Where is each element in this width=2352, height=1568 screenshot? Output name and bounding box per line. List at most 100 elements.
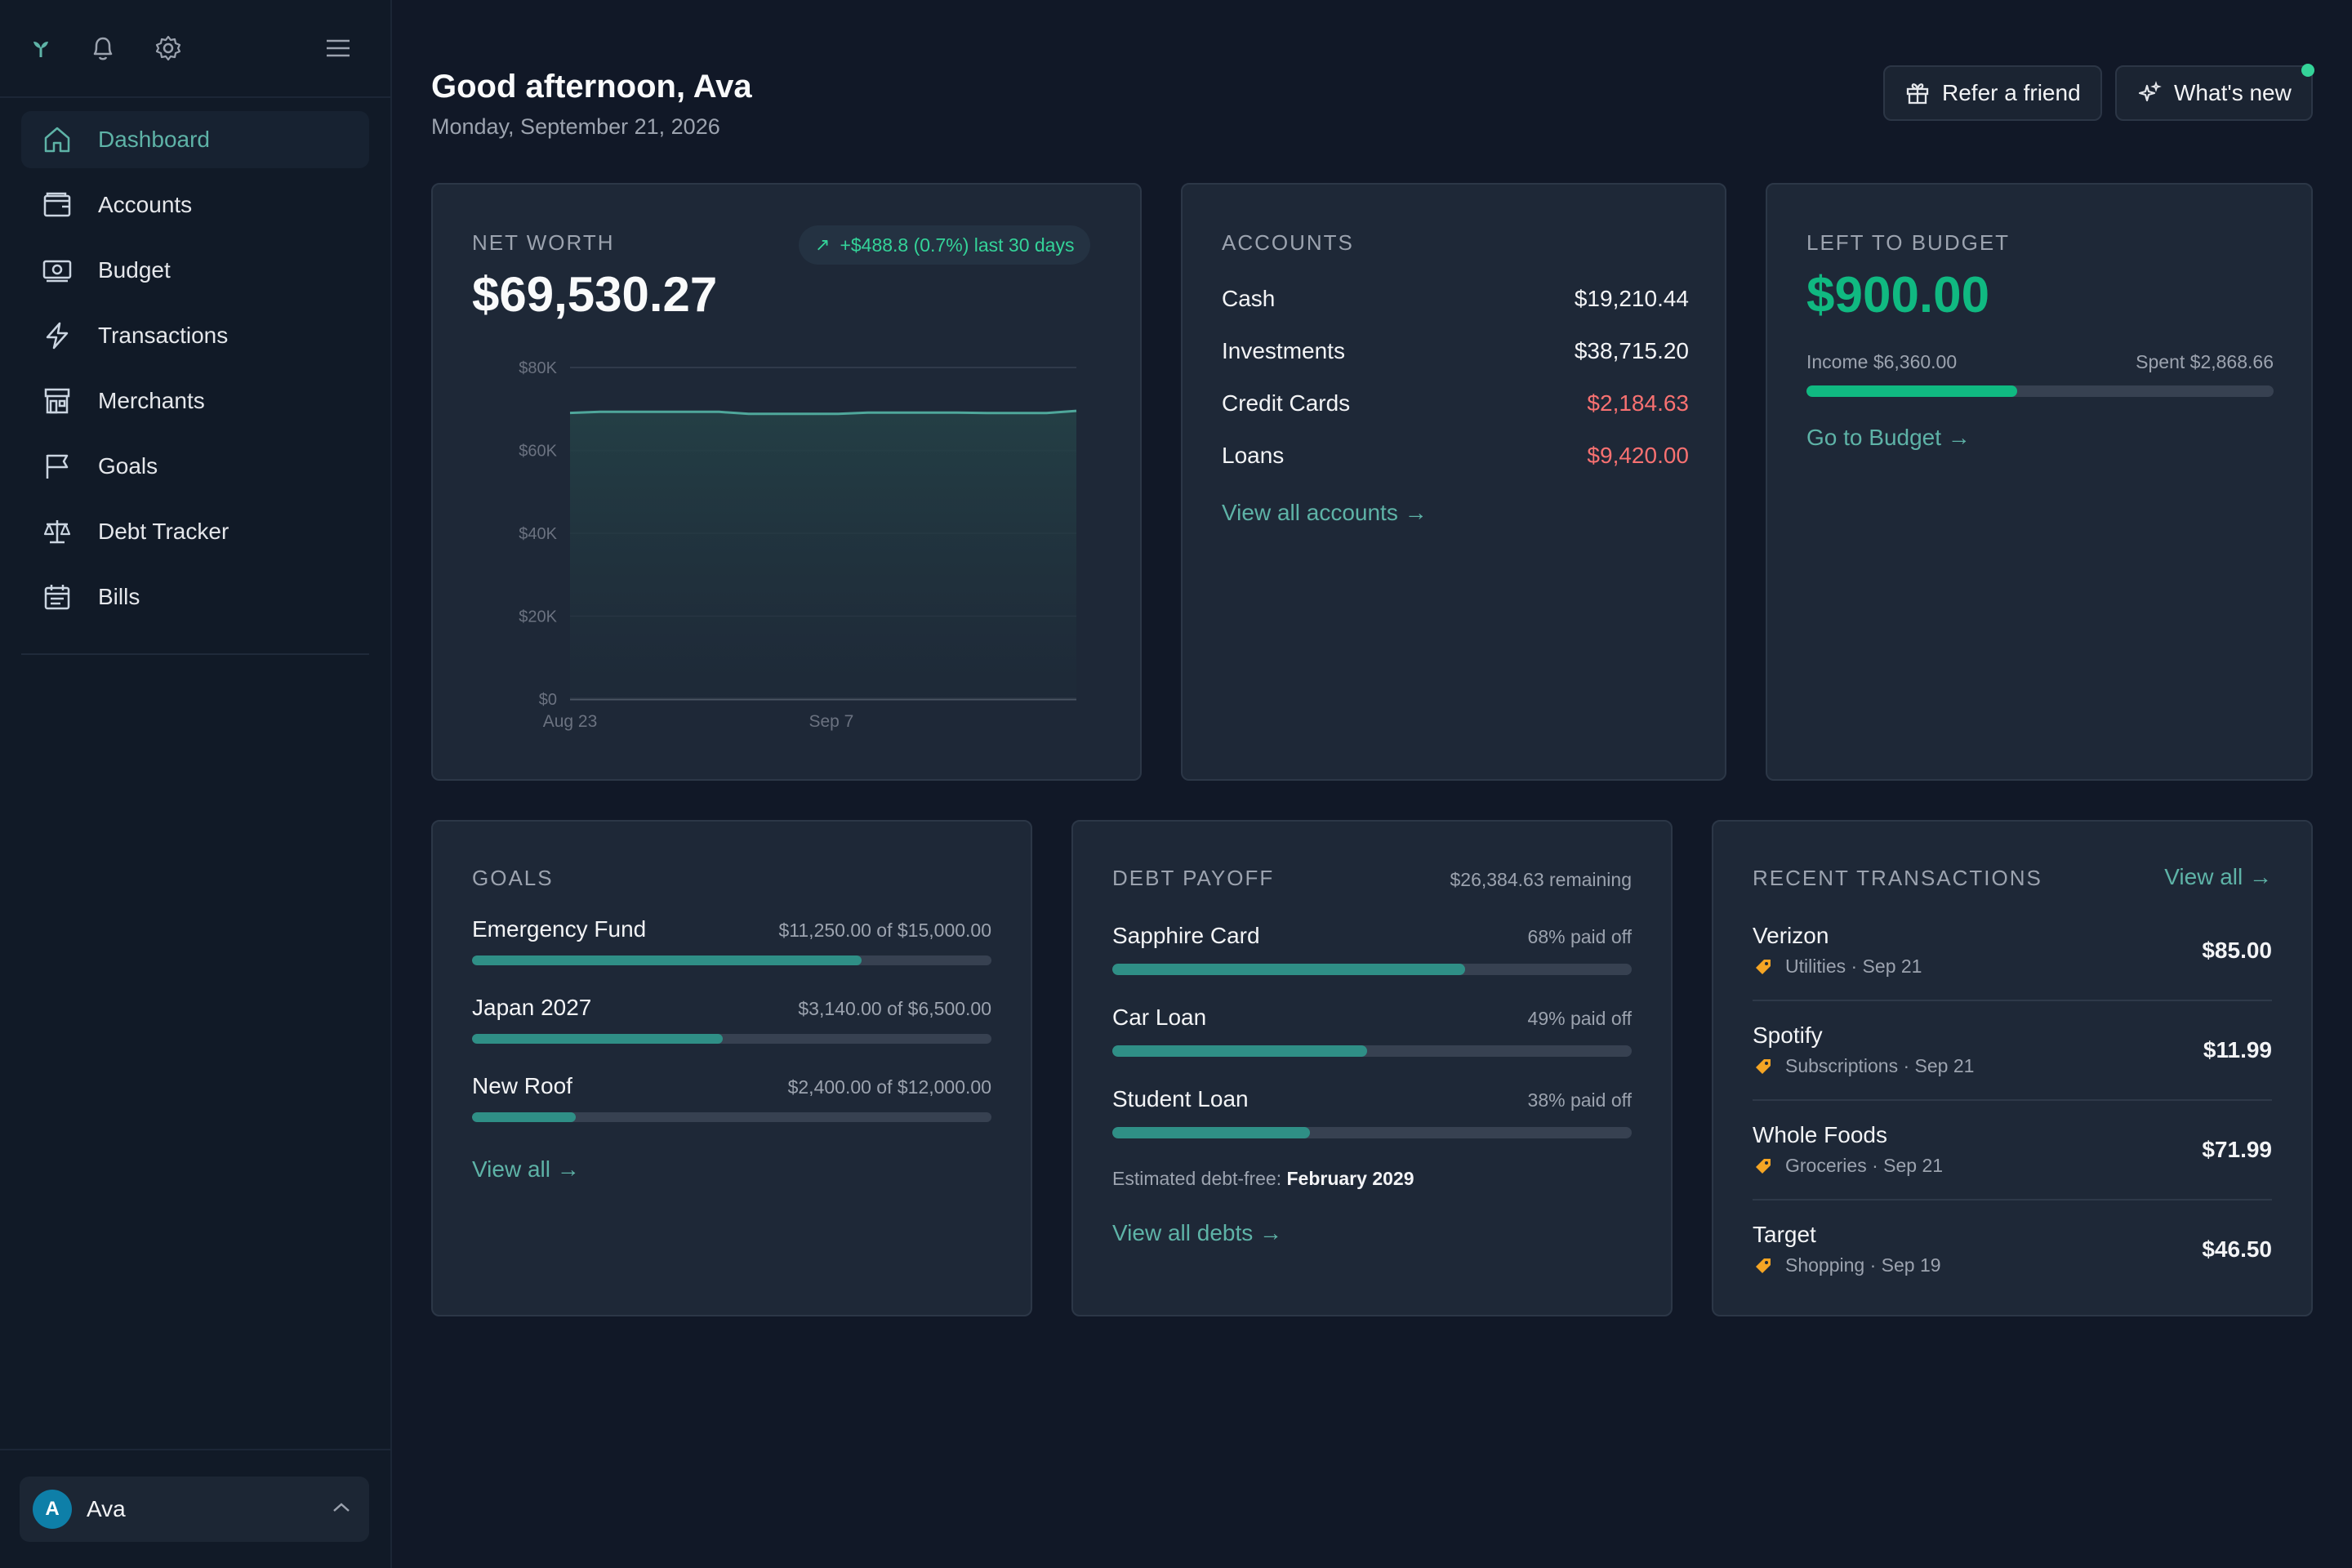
goal-row-new-roof[interactable]: New Roof $2,400.00 of $12,000.00 [472, 1073, 991, 1099]
goal-amount: $2,400.00 of $12,000.00 [787, 1076, 991, 1098]
accounts-title: ACCOUNTS [1222, 230, 1354, 255]
transaction-name: Spotify [1753, 1022, 1823, 1048]
view-all-debts-link[interactable]: View all debts → [1112, 1220, 1282, 1246]
transaction-category-date: Subscriptions · Sep 21 [1785, 1055, 1975, 1076]
y-tick-label: $80K [519, 359, 557, 377]
tag-icon [1753, 956, 1774, 978]
transaction-category-date: Groceries · Sep 21 [1785, 1155, 1944, 1176]
sidebar-item-label: Merchants [98, 388, 205, 413]
account-row-cash[interactable]: Cash $19,210.44 [1222, 286, 1689, 312]
scales-icon [41, 515, 74, 548]
debt-row-sapphire-card[interactable]: Sapphire Card 68% paid off [1112, 923, 1632, 949]
budget-progress-fill [1806, 385, 2017, 397]
account-row-investments[interactable]: Investments $38,715.20 [1222, 338, 1689, 364]
left-to-budget-title: LEFT TO BUDGET [1806, 230, 2011, 255]
debt-status: 68% paid off [1527, 926, 1632, 947]
transaction-amount: $85.00 [2202, 938, 2272, 963]
transaction-row[interactable]: Target Shopping · Sep 19 $46.50 [1753, 1222, 2272, 1321]
refer-a-friend-button[interactable]: Refer a friend [1883, 65, 2102, 121]
sidebar-item-accounts[interactable]: Accounts [21, 176, 369, 234]
goals-title: GOALS [472, 866, 554, 890]
y-tick-label: $0 [539, 691, 557, 709]
goal-progress-fill [472, 1112, 577, 1122]
goal-row-emergency-fund[interactable]: Emergency Fund $11,250.00 of $15,000.00 [472, 916, 991, 942]
gear-icon[interactable] [152, 32, 185, 65]
current-date: Monday, September 21, 2026 [431, 114, 720, 139]
sidebar-item-transactions[interactable]: Transactions [21, 307, 369, 364]
sidebar-item-merchants[interactable]: Merchants [21, 372, 369, 430]
account-label: Credit Cards [1222, 390, 1351, 416]
left-to-budget-value: $900.00 [1806, 267, 1990, 323]
sidebar-item-bills[interactable]: Bills [21, 568, 369, 626]
transaction-row[interactable]: Verizon Utilities · Sep 21 $85.00 [1753, 923, 2272, 1022]
net-worth-area [570, 411, 1076, 699]
sidebar-item-label: Budget [98, 257, 171, 283]
user-menu-button[interactable]: A Ava [20, 1477, 369, 1542]
sidebar-item-label: Goals [98, 453, 158, 479]
flag-icon [41, 450, 74, 483]
transaction-meta: Shopping · Sep 19 [1753, 1254, 1941, 1276]
logo-sprout-icon[interactable] [24, 32, 57, 65]
y-tick-label: $40K [519, 525, 557, 543]
debt-progress-bar [1112, 1045, 1632, 1057]
transaction-amount: $71.99 [2202, 1137, 2272, 1162]
transaction-amount: $11.99 [2203, 1037, 2272, 1062]
transaction-row[interactable]: Whole Foods Groceries · Sep 21 $71.99 [1753, 1122, 2272, 1222]
sidebar-footer: A Ava [0, 1449, 390, 1568]
recent-transactions-card: RECENT TRANSACTIONS View all → Verizon U… [1712, 820, 2313, 1316]
account-value: $19,210.44 [1574, 286, 1689, 311]
goal-progress-bar [472, 956, 991, 965]
view-all-goals-link[interactable]: View all → [472, 1156, 580, 1183]
avatar: A [33, 1490, 72, 1529]
debt-progress-bar [1112, 1127, 1632, 1138]
sidebar-item-goals[interactable]: Goals [21, 438, 369, 495]
menu-icon[interactable] [322, 32, 354, 65]
sidebar-item-budget[interactable]: Budget [21, 242, 369, 299]
debt-row-student-loan[interactable]: Student Loan 38% paid off [1112, 1086, 1632, 1112]
tag-icon [1753, 1255, 1774, 1276]
sidebar-item-label: Transactions [98, 323, 229, 348]
debt-name: Sapphire Card [1112, 923, 1260, 948]
account-label: Cash [1222, 286, 1276, 311]
debt-progress-fill [1112, 1045, 1367, 1057]
notification-dot [2301, 64, 2314, 77]
debt-row-car-loan[interactable]: Car Loan 49% paid off [1112, 1004, 1632, 1031]
transaction-row[interactable]: Spotify Subscriptions · Sep 21 $11.99 [1753, 1022, 2272, 1122]
view-all-transactions-link[interactable]: View all → [2164, 864, 2272, 890]
whats-new-button[interactable]: What's new [2115, 65, 2313, 121]
sidebar-item-label: Accounts [98, 192, 193, 217]
debt-payoff-card: DEBT PAYOFF $26,384.63 remaining Sapphir… [1071, 820, 1673, 1316]
divider [1753, 1199, 2272, 1200]
recent-transactions-title: RECENT TRANSACTIONS [1753, 866, 2042, 890]
goal-progress-fill [472, 956, 862, 965]
sidebar-item-debt-tracker[interactable]: Debt Tracker [21, 503, 369, 560]
view-all-accounts-link[interactable]: View all accounts → [1222, 500, 1428, 526]
sidebar-header [0, 0, 390, 98]
debt-progress-bar [1112, 964, 1632, 975]
go-to-budget-link[interactable]: Go to Budget → [1806, 425, 1971, 451]
sidebar-divider [21, 653, 369, 655]
home-icon [41, 123, 74, 156]
account-row-credit-cards[interactable]: Credit Cards $2,184.63 [1222, 390, 1689, 416]
page-title: Good afternoon, Ava [431, 69, 752, 105]
x-tick-label: Aug 23 [543, 712, 598, 731]
whats-new-label: What's new [2174, 80, 2292, 105]
bell-icon[interactable] [87, 32, 119, 65]
budget-progress-bar [1806, 385, 2274, 397]
goal-row-japan-2027[interactable]: Japan 2027 $3,140.00 of $6,500.00 [472, 995, 991, 1021]
goal-amount: $3,140.00 of $6,500.00 [798, 998, 991, 1019]
debt-status: 49% paid off [1527, 1008, 1632, 1029]
debt-status: 38% paid off [1527, 1089, 1632, 1111]
sidebar-item-dashboard[interactable]: Dashboard [21, 111, 369, 168]
sidebar-item-label: Dashboard [98, 127, 210, 152]
transaction-category-date: Utilities · Sep 21 [1785, 956, 1922, 977]
goals-card: GOALS Emergency Fund $11,250.00 of $15,0… [431, 820, 1032, 1316]
lightning-icon [41, 319, 74, 352]
y-tick-label: $20K [519, 608, 557, 626]
goal-progress-bar [472, 1034, 991, 1044]
account-row-loans[interactable]: Loans $9,420.00 [1222, 443, 1689, 469]
y-tick-label: $60K [519, 443, 557, 461]
transaction-meta: Utilities · Sep 21 [1753, 956, 1922, 978]
budget-income: Income $6,360.00 [1806, 351, 1958, 372]
store-icon [41, 385, 74, 417]
